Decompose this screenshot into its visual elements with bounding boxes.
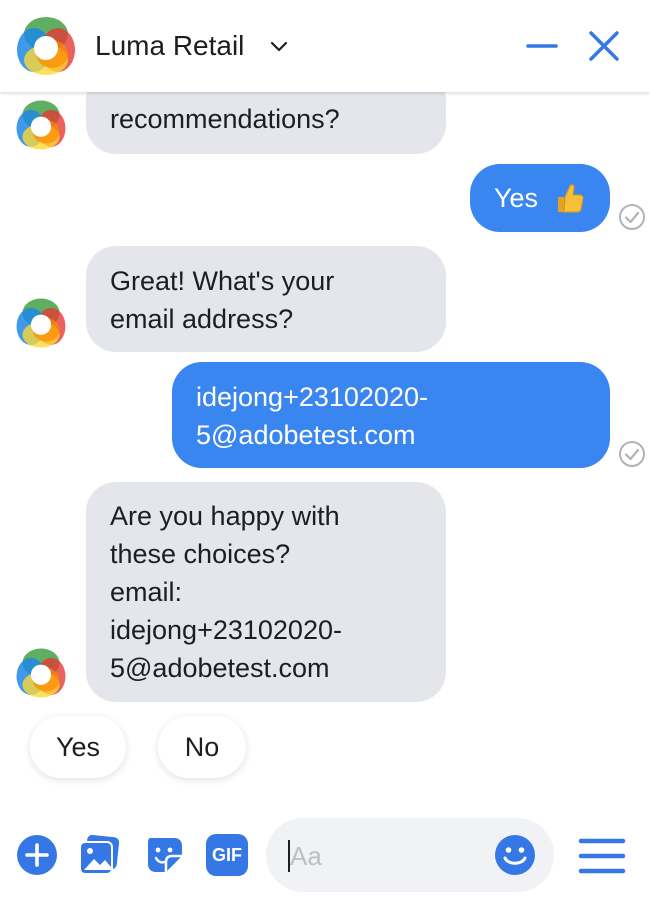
menu-icon[interactable] xyxy=(578,836,626,876)
message-input-wrapper[interactable] xyxy=(266,818,554,892)
message-text: Yes xyxy=(494,183,539,213)
message-text-line: 5@adobetest.com xyxy=(196,420,416,450)
luma-logo-icon xyxy=(14,14,78,78)
message-text-line: idejong+23102020- xyxy=(196,382,428,412)
message-text-line: email address? xyxy=(110,304,294,334)
chevron-down-icon[interactable] xyxy=(268,35,290,57)
quick-reply-yes[interactable]: Yes xyxy=(30,716,126,778)
bot-avatar-icon xyxy=(14,296,68,350)
delivered-check-icon xyxy=(618,203,646,231)
thumbs-up-icon xyxy=(558,184,584,213)
bot-message: Great! What's your email address? xyxy=(86,246,446,352)
bot-avatar-icon xyxy=(14,646,68,700)
gif-label: GIF xyxy=(212,845,242,865)
text-caret xyxy=(288,840,290,872)
plus-icon[interactable] xyxy=(16,834,58,876)
message-text-line: Great! What's your xyxy=(110,266,335,296)
gif-icon[interactable]: GIF xyxy=(206,834,248,876)
message-text-line: these choices? xyxy=(110,539,291,569)
message-list[interactable]: recommendations? Yes Great! What's your … xyxy=(0,0,650,906)
message-text-line: 5@adobetest.com xyxy=(110,653,330,683)
bot-message: Are you happy with these choices? email:… xyxy=(86,482,446,702)
close-button[interactable] xyxy=(586,28,622,64)
quick-reply-label: Yes xyxy=(55,732,101,762)
message-text-line: recommendations? xyxy=(110,104,340,134)
user-message: idejong+23102020- 5@adobetest.com xyxy=(172,362,610,468)
message-text-line: email: xyxy=(110,577,183,607)
sticker-icon[interactable] xyxy=(144,834,186,876)
page-title[interactable]: Luma Retail xyxy=(95,30,244,62)
user-message: Yes xyxy=(470,164,610,232)
emoji-icon[interactable] xyxy=(494,834,536,876)
quick-reply-no[interactable]: No xyxy=(158,716,246,778)
chat-header: Luma Retail xyxy=(0,0,650,92)
message-text-line: Are you happy with xyxy=(110,501,340,531)
bot-avatar-icon xyxy=(14,98,68,152)
delivered-check-icon xyxy=(618,440,646,468)
message-input[interactable] xyxy=(288,836,482,876)
minimize-button[interactable] xyxy=(524,28,560,64)
image-icon[interactable] xyxy=(78,834,120,876)
quick-reply-label: No xyxy=(184,732,220,762)
message-text-line: idejong+23102020- xyxy=(110,615,342,645)
